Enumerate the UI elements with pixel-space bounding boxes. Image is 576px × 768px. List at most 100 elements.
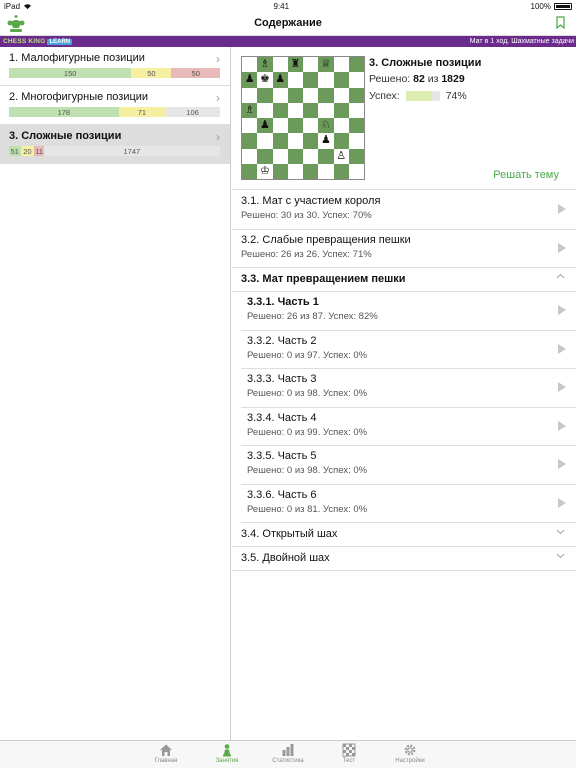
- tab-settings[interactable]: Настройки: [380, 741, 441, 768]
- board-square-f4: ♘: [318, 118, 334, 134]
- play-icon[interactable]: [558, 305, 566, 315]
- lesson-title: 3.3.6. Часть 6: [247, 488, 317, 501]
- success-percent: 74%: [445, 90, 467, 102]
- board-square-d6: [287, 87, 303, 103]
- lesson-title: 3.3.4. Часть 4: [247, 411, 317, 424]
- sub-lesson-row[interactable]: 3.3.6. Часть 6 Решено: 0 из 81. Успех: 0…: [241, 485, 576, 523]
- tab-home[interactable]: Главная: [136, 741, 197, 768]
- board-square-e8: [303, 57, 319, 73]
- board-square-d7: [287, 72, 303, 88]
- board-square-e7: [303, 72, 319, 88]
- success-bar-fill: [405, 91, 431, 101]
- progress-unsolved: 1747: [43, 146, 220, 156]
- play-icon[interactable]: [558, 382, 566, 392]
- play-icon[interactable]: [558, 420, 566, 431]
- lesson-row[interactable]: 3.1. Мат с участием короля Решено: 30 из…: [232, 191, 576, 230]
- topic-name: 3. Сложные позиции: [9, 130, 122, 142]
- board-square-a3: [242, 133, 258, 149]
- topic-title: 3. Сложные позиции: [369, 57, 482, 69]
- board-square-h4: [348, 118, 364, 134]
- battery-percent: 100%: [530, 1, 551, 11]
- chess-board: ♗ ♜ ♕ ♟ ♚ ♟ ♗ ♟ ♘ ♟ ♙ ♔: [241, 56, 365, 180]
- board-square-d3: [287, 133, 303, 149]
- sub-lesson-row[interactable]: 3.3.4. Часть 4 Решено: 0 из 99. Успех: 0…: [241, 408, 576, 446]
- lesson-stats: Решено: 26 из 26. Успех: 71%: [241, 248, 372, 260]
- success-bar: [405, 91, 440, 101]
- board-square-c6: [272, 87, 288, 103]
- board-square-e5: [303, 102, 319, 118]
- play-icon[interactable]: [558, 459, 566, 469]
- topic-item-1[interactable]: 1. Малофигурные позиции › 150 50 50: [0, 47, 230, 86]
- bookmark-icon[interactable]: [556, 16, 565, 29]
- progress-solved-medium: 20: [20, 146, 35, 156]
- progress-solved-good: 51: [9, 146, 21, 156]
- board-square-f3: ♟: [318, 133, 334, 149]
- lesson-stats: Решено: 0 из 98. Успех: 0%: [247, 465, 368, 476]
- lesson-row[interactable]: 3.2. Слабые превращения пешки Решено: 26…: [232, 230, 576, 268]
- lesson-title: 3.3.1. Часть 1: [247, 296, 319, 308]
- tab-statistics[interactable]: Статистика: [258, 741, 319, 768]
- play-icon[interactable]: [558, 497, 566, 508]
- sub-lesson-row[interactable]: 3.3.2. Часть 2 Решено: 0 из 97. Успех: 0…: [241, 331, 576, 369]
- pawn-icon: [223, 744, 231, 757]
- board-square-a7: ♟: [242, 72, 258, 88]
- progress-solved-bad: 11: [34, 146, 44, 156]
- chevron-right-icon: ›: [216, 130, 220, 144]
- course-title: Мат в 1 ход. Шахматные задачи: [469, 38, 574, 45]
- topic-header: ♗ ♜ ♕ ♟ ♚ ♟ ♗ ♟ ♘ ♟ ♙ ♔ 3. Сложные позиции Решено: …: [232, 47, 576, 190]
- lesson-title: 3.2. Слабые превращения пешки: [241, 233, 411, 246]
- board-square-h2: [348, 148, 364, 164]
- board-square-f8: ♕: [318, 57, 334, 73]
- board-square-g6: [333, 87, 349, 103]
- tab-test[interactable]: Тест: [319, 741, 380, 768]
- clock: 9:41: [273, 1, 290, 11]
- board-square-e6: [303, 87, 319, 103]
- board-square-b6: [257, 87, 273, 103]
- topic-detail: ♗ ♜ ♕ ♟ ♚ ♟ ♗ ♟ ♘ ♟ ♙ ♔ 3. Сложные позиции Решено: …: [232, 47, 576, 740]
- page-title: Содержание: [254, 17, 322, 29]
- solved-total: 1829: [441, 73, 465, 85]
- play-icon[interactable]: [558, 343, 566, 354]
- board-square-g3: [333, 133, 349, 149]
- board-square-d5: [287, 102, 303, 118]
- board-square-f1: [318, 163, 334, 179]
- lesson-stats: Решено: 0 из 97. Успех: 0%: [247, 349, 368, 361]
- topic-progress-bar: 178 71 106: [9, 107, 220, 117]
- board-square-g8: [333, 57, 349, 73]
- board-square-h8: [348, 57, 364, 73]
- board-square-h7: [348, 72, 364, 88]
- board-square-a5: ♗: [242, 102, 258, 118]
- play-icon[interactable]: [558, 242, 566, 253]
- brand-learn-badge: LEARN: [47, 38, 73, 45]
- board-square-c2: [272, 148, 288, 164]
- board-square-d1: [287, 163, 303, 179]
- board-square-f7: [318, 72, 334, 88]
- status-bar: iPad 9:41 100%: [0, 0, 576, 12]
- topic-name: 1. Малофигурные позиции: [9, 52, 145, 64]
- play-icon[interactable]: [558, 204, 566, 214]
- tab-label: Занятия: [215, 758, 239, 764]
- board-square-b1: ♔: [257, 163, 273, 179]
- solved-count: 82: [413, 73, 425, 85]
- tab-bar: Главная Занятия Статистика Тест Настройк…: [0, 740, 576, 768]
- home-icon: [160, 744, 172, 756]
- lesson-title: 3.3.2. Часть 2: [247, 334, 317, 347]
- sub-lesson-row[interactable]: 3.3.3. Часть 3 Решено: 0 из 98. Успех: 0…: [241, 369, 576, 408]
- solve-topic-button[interactable]: Решать тему: [493, 169, 559, 181]
- progress-solved-good: 178: [9, 107, 119, 117]
- tab-lessons[interactable]: Занятия: [197, 741, 258, 768]
- sub-lesson-row[interactable]: 3.3.1. Часть 1 Решено: 26 из 87. Успех: …: [241, 292, 576, 331]
- lesson-group-collapsed[interactable]: 3.4. Открытый шах: [232, 523, 576, 547]
- board-square-e2: [303, 148, 319, 164]
- board-square-f2: [318, 148, 334, 164]
- topic-item-2[interactable]: 2. Многофигурные позиции › 178 71 106: [0, 86, 230, 125]
- lesson-group-header[interactable]: 3.3. Мат превращением пешки: [232, 268, 576, 292]
- lesson-group-collapsed[interactable]: 3.5. Двойной шах: [232, 547, 576, 571]
- brand-chess-text: CHESS KING: [3, 38, 46, 45]
- lesson-title: 3.1. Мат с участием короля: [241, 195, 381, 207]
- topic-item-3[interactable]: 3. Сложные позиции › 51 20 11 1747: [0, 125, 230, 164]
- sub-lesson-row[interactable]: 3.3.5. Часть 5 Решено: 0 из 98. Успех: 0…: [241, 446, 576, 485]
- board-square-e4: [303, 118, 319, 134]
- stats-icon: [282, 744, 294, 756]
- lesson-title: 3.3.5. Часть 5: [247, 450, 317, 462]
